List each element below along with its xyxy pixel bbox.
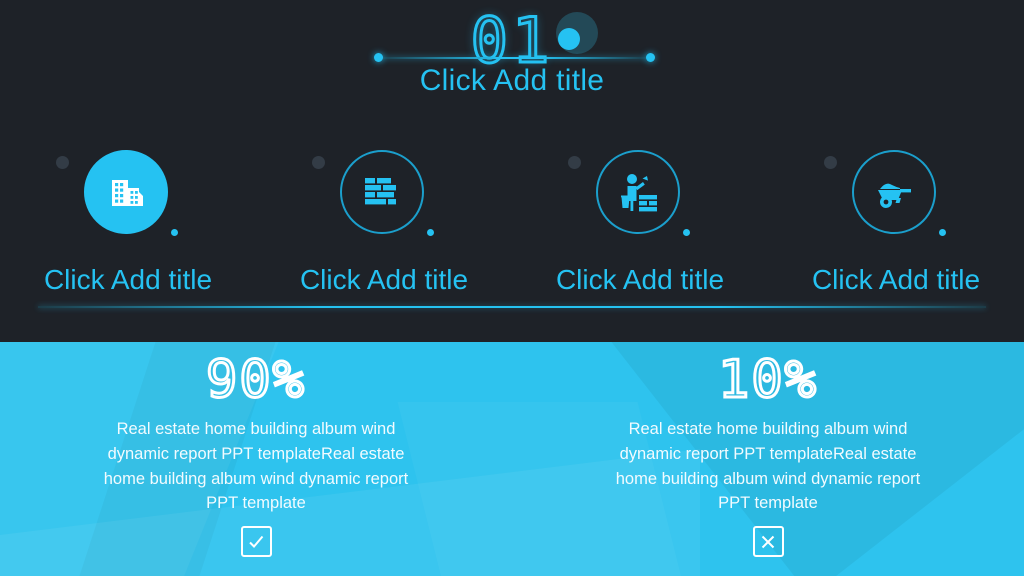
statistic-description[interactable]: Real estate home building album wind dyn… bbox=[603, 417, 933, 516]
icon-wrapper bbox=[568, 150, 690, 238]
statistic-block-2: 10% Real estate home building album wind… bbox=[512, 342, 1024, 576]
decorative-dim-dot bbox=[824, 156, 837, 169]
top-dark-section: 01 Click Add title Click Add title Click… bbox=[0, 0, 1024, 342]
feature-column-label[interactable]: Click Add title bbox=[812, 264, 980, 296]
section-divider-line bbox=[38, 306, 986, 308]
header-line-dot-right bbox=[646, 53, 655, 62]
statistic-value: 90% bbox=[205, 350, 306, 410]
statistic-description[interactable]: Real estate home building album wind dyn… bbox=[91, 417, 421, 516]
decorative-accent-dot bbox=[939, 229, 946, 236]
slide-header: 01 Click Add title bbox=[0, 0, 1024, 110]
wheelbarrow-icon[interactable] bbox=[852, 150, 936, 234]
presentation-slide: 01 Click Add title Click Add title Click… bbox=[0, 0, 1024, 576]
decorative-dim-dot bbox=[568, 156, 581, 169]
feature-column-label[interactable]: Click Add title bbox=[300, 264, 468, 296]
page-title[interactable]: Click Add title bbox=[0, 64, 1024, 98]
header-divider-line bbox=[377, 57, 649, 59]
feature-column-label[interactable]: Click Add title bbox=[556, 264, 724, 296]
statistics-row: 90% Real estate home building album wind… bbox=[0, 342, 1024, 576]
brick-wall-icon[interactable] bbox=[340, 150, 424, 234]
decorative-accent-dot bbox=[683, 229, 690, 236]
feature-column-2[interactable]: Click Add title bbox=[256, 150, 512, 296]
feature-column-1[interactable]: Click Add title bbox=[0, 150, 256, 296]
decorative-dim-dot bbox=[312, 156, 325, 169]
check-icon[interactable] bbox=[240, 526, 272, 557]
decorative-accent-dot bbox=[427, 229, 434, 236]
icon-wrapper bbox=[312, 150, 434, 238]
bottom-cyan-section: 90% Real estate home building album wind… bbox=[0, 342, 1024, 576]
header-line-dot-left bbox=[374, 53, 383, 62]
section-number: 01 bbox=[469, 4, 554, 77]
feature-column-4[interactable]: Click Add title bbox=[768, 150, 1024, 296]
decorative-dim-dot bbox=[56, 156, 69, 169]
statistic-block-1: 90% Real estate home building album wind… bbox=[0, 342, 512, 576]
bricklayer-worker-icon[interactable] bbox=[596, 150, 680, 234]
feature-columns: Click Add title Click Add title Click Ad… bbox=[0, 150, 1024, 296]
feature-column-label[interactable]: Click Add title bbox=[44, 264, 212, 296]
icon-wrapper bbox=[56, 150, 178, 238]
feature-column-3[interactable]: Click Add title bbox=[512, 150, 768, 296]
close-x-icon[interactable] bbox=[752, 526, 784, 557]
statistic-value: 10% bbox=[717, 350, 818, 410]
buildings-icon[interactable] bbox=[84, 150, 168, 234]
decorative-accent-dot bbox=[171, 229, 178, 236]
icon-wrapper bbox=[824, 150, 946, 238]
